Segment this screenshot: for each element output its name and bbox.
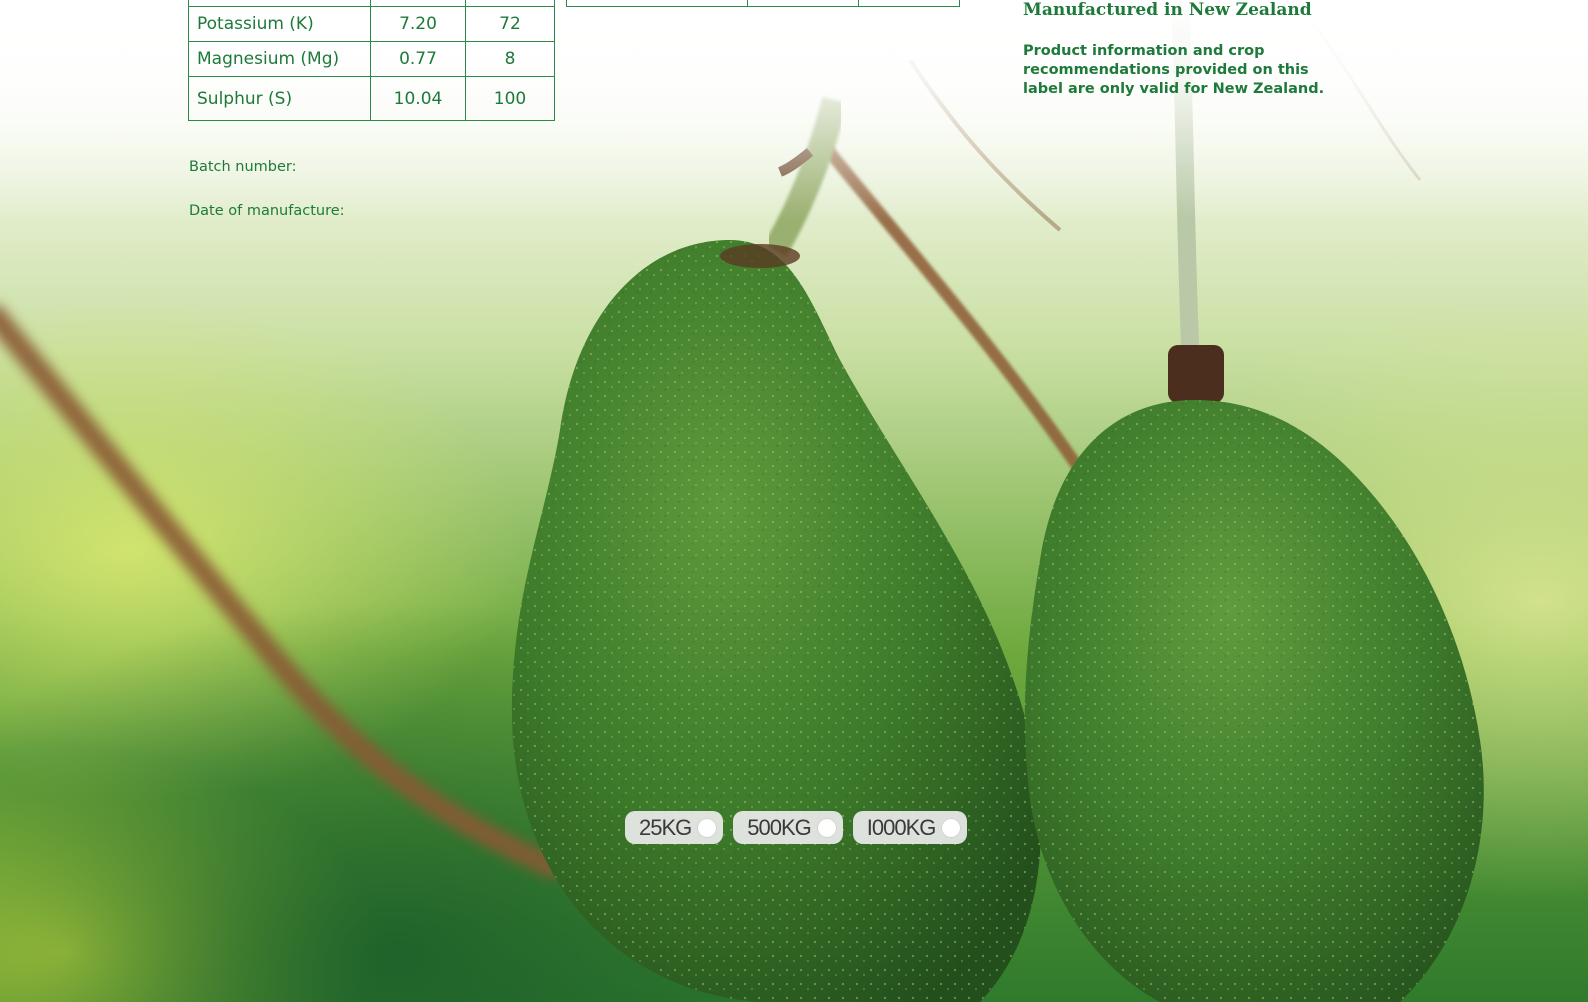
nutrient-percent: 0.77 bbox=[370, 41, 466, 77]
size-label: 25KG bbox=[639, 814, 692, 840]
table-row: Potassium (K) 7.20 72 bbox=[188, 6, 555, 42]
size-label: 500KG bbox=[747, 814, 811, 840]
table-row: Sulphur (S) 10.04 100 bbox=[188, 76, 555, 121]
nutrient-kg-per-tonne: 8 bbox=[465, 41, 555, 77]
size-option-1000kg[interactable]: I000KG bbox=[852, 811, 968, 844]
nutrient-percent: 10.04 bbox=[370, 76, 466, 121]
nutrient-name: Magnesium (Mg) bbox=[188, 41, 371, 77]
size-option-25kg[interactable]: 25KG bbox=[625, 811, 724, 844]
radio-circle-icon[interactable] bbox=[697, 817, 718, 838]
radio-circle-icon[interactable] bbox=[816, 817, 837, 838]
nutrient-table: Potassium (K) 7.20 72 Magnesium (Mg) 0.7… bbox=[188, 0, 555, 121]
radio-circle-icon[interactable] bbox=[941, 817, 962, 838]
size-option-500kg[interactable]: 500KG bbox=[733, 811, 843, 844]
table-row: Magnesium (Mg) 0.77 8 bbox=[188, 41, 555, 77]
date-of-manufacture-label: Date of manufacture: bbox=[189, 203, 345, 219]
nutrient-name: Potassium (K) bbox=[188, 6, 371, 42]
pack-size-options: 25KG 500KG I000KG bbox=[625, 811, 968, 844]
validity-note: Product information and crop recommendat… bbox=[1023, 43, 1325, 97]
batch-number-label: Batch number: bbox=[189, 159, 297, 175]
avocado-background-image bbox=[0, 0, 1588, 1002]
nutrient-kg-per-tonne: 100 bbox=[465, 76, 555, 121]
nutrient-percent: 7.20 bbox=[370, 6, 466, 42]
nutrient-kg-per-tonne: 72 bbox=[465, 6, 555, 42]
manufactured-in-heading: Manufactured in New Zealand bbox=[1023, 0, 1312, 20]
size-label: I000KG bbox=[866, 814, 937, 840]
nutrient-name: Sulphur (S) bbox=[188, 76, 371, 121]
second-table-fragment bbox=[566, 0, 960, 7]
table-row bbox=[566, 0, 960, 7]
